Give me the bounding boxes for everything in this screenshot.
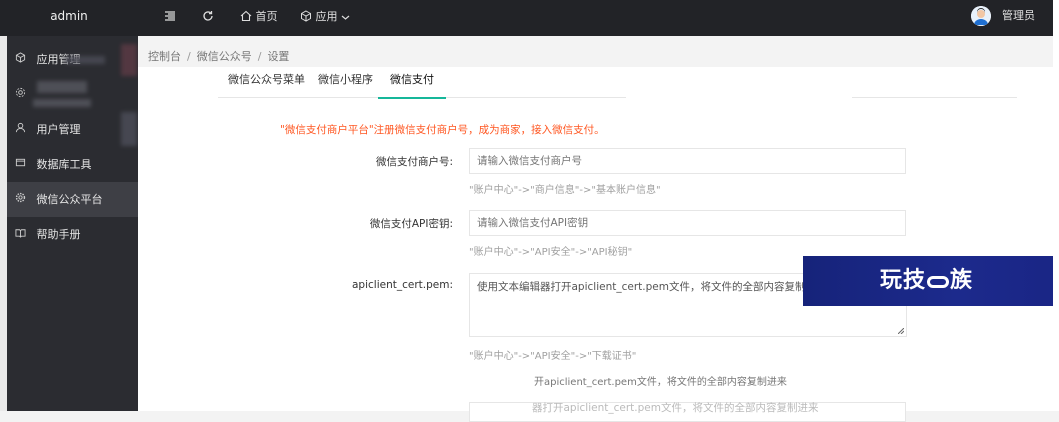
sidebar-item-app-management[interactable]: 应用管理	[7, 42, 138, 77]
settings-icon	[13, 182, 27, 217]
menu-toggle-icon[interactable]	[164, 0, 176, 36]
sidebar-item-label: 微信公众平台	[36, 193, 103, 206]
e-logo-icon	[927, 276, 950, 288]
tab-wechat-menu[interactable]: 微信公众号菜单	[228, 67, 305, 97]
brand-logo[interactable]: admin	[0, 0, 138, 36]
tab-mini-program[interactable]: 微信小程序	[318, 67, 373, 97]
breadcrumb: 控制台 / 微信公众号 / 设置	[148, 50, 290, 63]
api-key-input[interactable]	[469, 210, 906, 236]
cube-icon	[13, 42, 27, 77]
nav-app-label: 应用	[315, 10, 338, 23]
mch-id-hint: "账户中心"->"商户信息"->"基本账户信息"	[469, 185, 661, 196]
gear-icon	[13, 77, 27, 112]
mch-id-label: 微信支付商户号:	[375, 156, 453, 168]
sidebar-item-obscured[interactable]	[7, 77, 138, 112]
sidebar-item-label: 用户管理	[36, 123, 81, 136]
notice-prefix: "微信支付商户平台"	[280, 124, 374, 136]
nav-home[interactable]: 首页	[240, 0, 278, 36]
breadcrumb-item: 设置	[267, 50, 290, 63]
sidebar: 应用管理 用户管理 数据库工具 微信公众平台 帮助手册	[0, 36, 138, 411]
user-menu[interactable]: 管理员	[970, 5, 1035, 29]
book-icon	[13, 217, 27, 252]
top-navbar: admin 首页 应用 管理员	[0, 0, 1053, 36]
watermark-banner: 玩技族	[803, 256, 1059, 306]
user-icon	[13, 112, 27, 147]
cert-label: apiclient_cert.pem:	[351, 279, 453, 291]
notice-text: "微信支付商户平台"注册微信支付商户号，成为商家，接入微信支付。	[280, 122, 605, 137]
cert-hint: "账户中心"->"API安全"->"下载证书"	[469, 351, 637, 362]
nav-app-dropdown[interactable]: 应用	[300, 0, 350, 36]
api-key-hint: "账户中心"->"API安全"->"API秘钥"	[469, 247, 633, 258]
sidebar-item-wechat-platform[interactable]: 微信公众平台	[7, 182, 138, 217]
notice-link[interactable]: 注册微信支付商户号，成为商家，接入微信支付。	[374, 124, 605, 136]
refresh-icon[interactable]	[202, 0, 214, 36]
ghost-input: 器打开apiclient_cert.pem文件，将文件的全部内容复制进来	[469, 402, 906, 422]
ghost-text: 开apiclient_cert.pem文件，将文件的全部内容复制进来	[534, 377, 787, 388]
breadcrumb-item[interactable]: 控制台	[148, 50, 181, 63]
sidebar-item-label: 数据库工具	[36, 158, 92, 171]
sidebar-item-help-manual[interactable]: 帮助手册	[7, 217, 138, 252]
home-icon	[240, 10, 252, 22]
chevron-down-icon	[341, 15, 350, 20]
avatar	[970, 6, 991, 26]
sidebar-item-database-tools[interactable]: 数据库工具	[7, 147, 138, 182]
mch-id-input[interactable]	[469, 148, 906, 174]
sidebar-item-user-management[interactable]: 用户管理	[7, 112, 138, 147]
database-icon	[13, 147, 27, 182]
api-key-label: 微信支付API密钥:	[369, 218, 453, 230]
user-name: 管理员	[1002, 9, 1035, 22]
right-edge	[1053, 0, 1059, 411]
divider	[852, 97, 1017, 98]
sidebar-item-label: 帮助手册	[36, 228, 81, 241]
breadcrumb-item[interactable]: 微信公众号	[197, 50, 252, 63]
nav-home-label: 首页	[255, 10, 278, 23]
settings-card: 微信公众号菜单 微信小程序 微信支付 "微信支付商户平台"注册微信支付商户号，成…	[138, 67, 1053, 422]
main-content: 控制台 / 微信公众号 / 设置 微信公众号菜单 微信小程序 微信支付 "微信支付商户平…	[138, 36, 1053, 422]
cube-icon	[301, 10, 311, 22]
tab-wechat-pay[interactable]: 微信支付	[378, 67, 446, 99]
cert-placeholder: 使用文本编辑器打开apiclient_cert.pem文件，将文件的全部内容复制…	[477, 281, 827, 293]
resize-handle-icon[interactable]	[898, 328, 904, 334]
tab-bar: 微信公众号菜单 微信小程序 微信支付	[218, 67, 626, 99]
